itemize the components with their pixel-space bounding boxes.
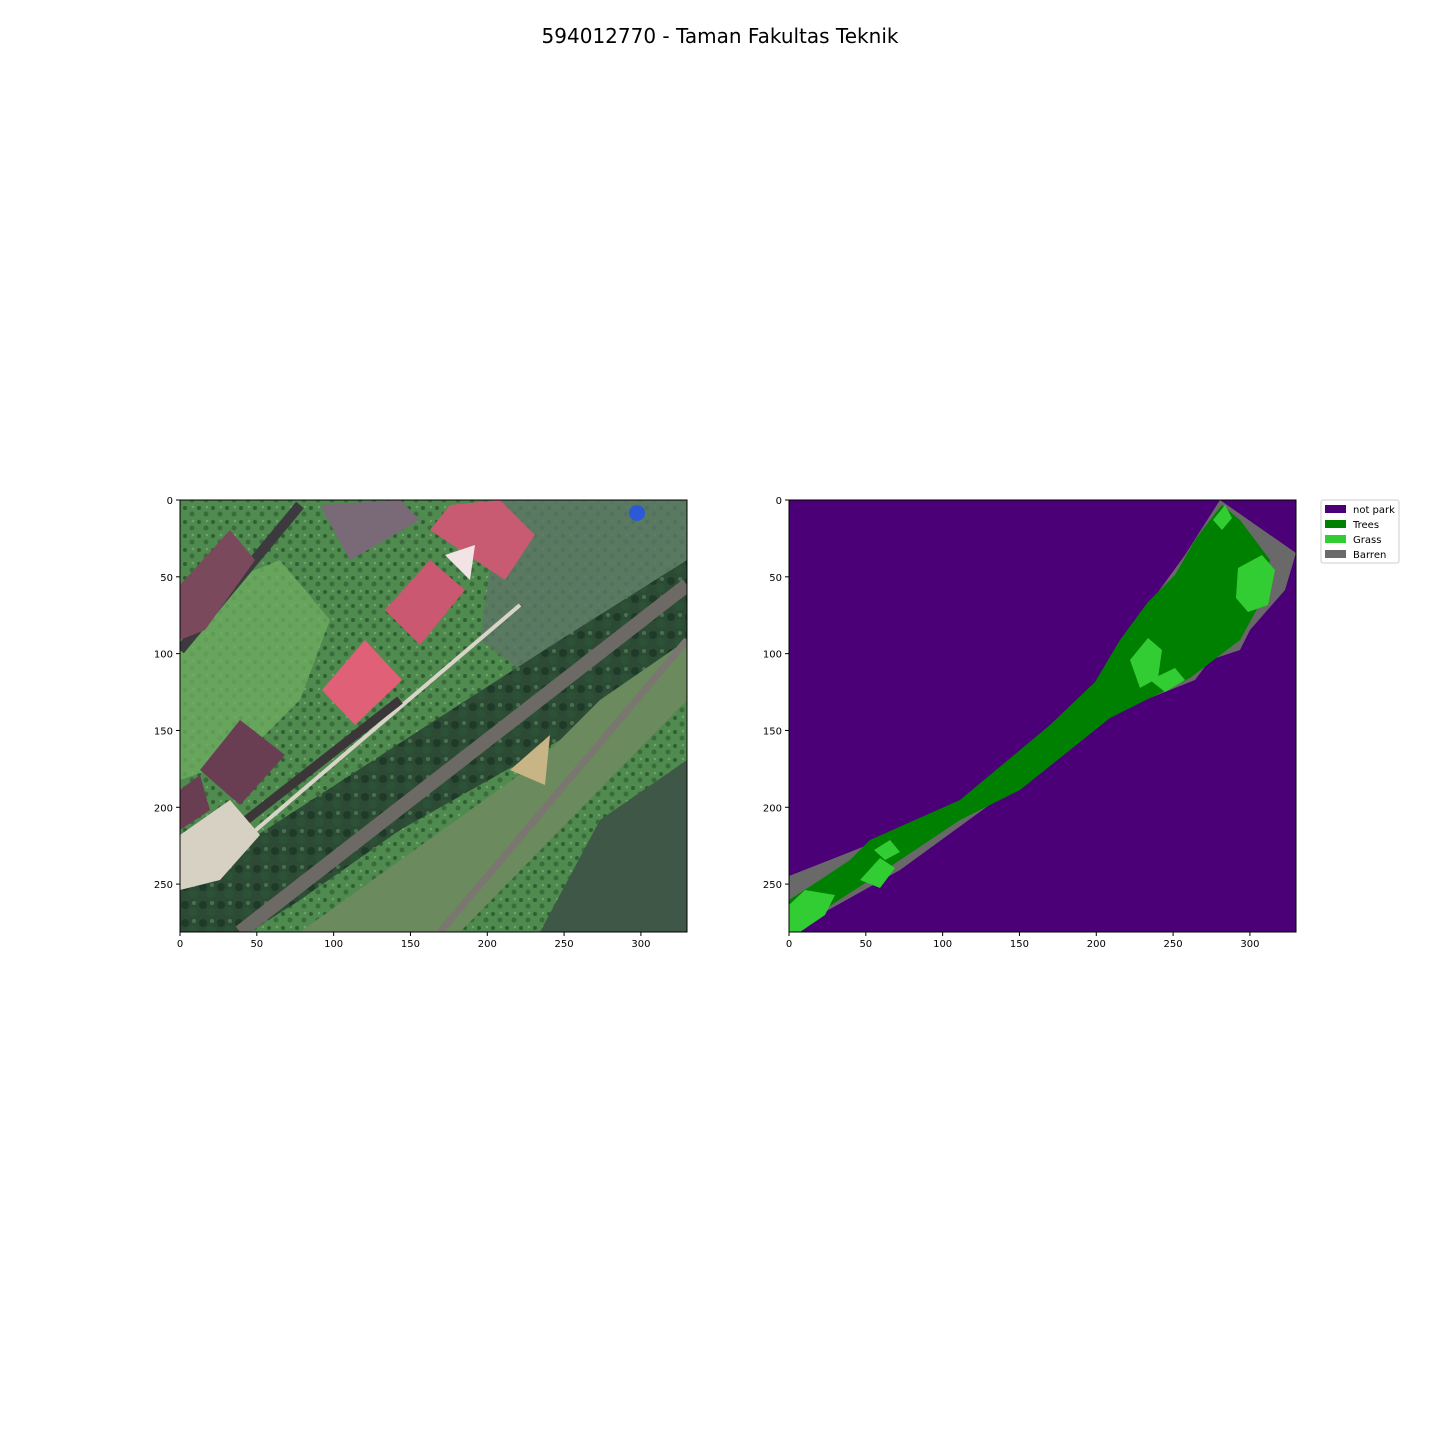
satellite-image-panel <box>180 500 687 932</box>
legend-swatch <box>1325 550 1346 558</box>
left-y-tick-label: 150 <box>154 726 173 737</box>
right-x-tick-label: 0 <box>786 939 792 950</box>
right-y-tick-label: 50 <box>769 573 782 584</box>
legend-label: not park <box>1353 505 1395 516</box>
right-x-tick-label: 250 <box>1164 939 1183 950</box>
right-y-tick-label: 100 <box>763 650 782 661</box>
right-x-tick-label: 150 <box>1010 939 1029 950</box>
image-blue-object <box>629 505 645 521</box>
right-y-tick-label: 150 <box>763 726 782 737</box>
legend: not park Trees Grass Barren <box>1320 499 1400 564</box>
left-x-tick-label: 200 <box>478 939 497 950</box>
right-x-tick-label: 100 <box>933 939 952 950</box>
legend-label: Barren <box>1353 550 1386 561</box>
left-x-tick-label: 50 <box>250 939 263 950</box>
left-x-tick-label: 250 <box>555 939 574 950</box>
left-y-tick-label: 200 <box>154 803 173 814</box>
left-y-tick-label: 100 <box>154 650 173 661</box>
figure-canvas: 0 50 100 150 200 250 300 0 50 100 150 200 250 0 50 100 1… <box>154 496 1400 950</box>
right-x-tick-label: 200 <box>1087 939 1106 950</box>
left-x-tick-label: 150 <box>401 939 420 950</box>
left-x-tick-label: 0 <box>177 939 183 950</box>
legend-label: Trees <box>1352 520 1379 531</box>
right-y-tick-label: 250 <box>763 880 782 891</box>
right-x-tick-label: 50 <box>859 939 872 950</box>
legend-label: Grass <box>1353 535 1381 546</box>
legend-swatch <box>1325 505 1346 513</box>
legend-swatch <box>1325 520 1346 528</box>
left-y-tick-label: 50 <box>160 573 173 584</box>
right-y-tick-label: 0 <box>776 496 782 507</box>
left-y-tick-label: 250 <box>154 880 173 891</box>
classification-panel <box>789 500 1296 932</box>
left-x-tick-label: 100 <box>324 939 343 950</box>
right-y-tick-label: 200 <box>763 803 782 814</box>
legend-swatch <box>1325 535 1346 543</box>
left-x-tick-label: 300 <box>631 939 650 950</box>
right-x-tick-label: 300 <box>1240 939 1259 950</box>
left-y-tick-label: 0 <box>167 496 173 507</box>
